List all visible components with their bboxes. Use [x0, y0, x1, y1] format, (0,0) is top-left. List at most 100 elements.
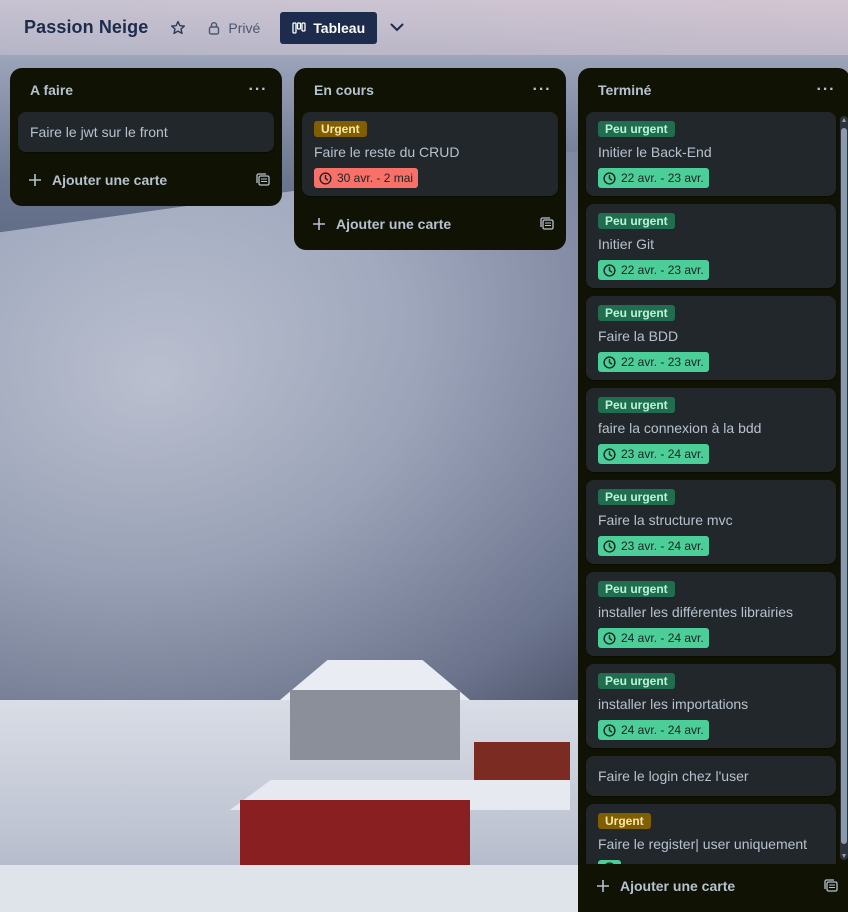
scroll-up-icon[interactable]: ▲: [840, 116, 848, 124]
card-label: Peu urgent: [598, 673, 675, 689]
list-title[interactable]: Terminé: [598, 82, 651, 98]
visibility-button[interactable]: Privé: [200, 12, 268, 44]
add-card-label: Ajouter une carte: [620, 878, 736, 894]
list-menu-button[interactable]: ···: [814, 78, 838, 102]
board-view-icon: [292, 21, 306, 34]
due-date-badge[interactable]: 24 avr. - 24 avr.: [598, 720, 709, 740]
due-date-text: 24 avr. - 24 avr.: [621, 631, 704, 645]
due-date-badge[interactable]: [598, 860, 621, 864]
card-title: Faire le reste du CRUD: [314, 144, 460, 160]
due-date-badge[interactable]: 23 avr. - 24 avr.: [598, 536, 709, 556]
card-template-icon[interactable]: [256, 173, 270, 187]
clock-icon: [603, 171, 616, 185]
clock-icon: [605, 862, 614, 864]
card[interactable]: Faire le jwt sur le front: [18, 112, 274, 152]
card-title: installer les importations: [598, 696, 749, 712]
card-title: Faire la structure mvc: [598, 512, 733, 528]
scrollbar-thumb[interactable]: [841, 128, 847, 844]
card-title: Initier le Back-End: [598, 144, 712, 160]
card-label: Peu urgent: [598, 489, 675, 505]
plus-icon: [29, 174, 41, 186]
due-date-text: 22 avr. - 23 avr.: [621, 355, 704, 369]
card[interactable]: Peu urgent faire la connexion à la bdd 2…: [586, 388, 836, 472]
list-header: A faire ···: [10, 68, 282, 112]
card-list-scroll[interactable]: Peu urgent Initier le Back-End 22 avr. -…: [578, 112, 848, 864]
due-date-badge[interactable]: 24 avr. - 24 avr.: [598, 628, 709, 648]
card-title: Faire le register| user uniquement: [598, 836, 808, 852]
scroll-down-icon[interactable]: ▼: [840, 852, 848, 860]
add-card-label: Ajouter une carte: [52, 172, 168, 188]
card-template-icon[interactable]: [824, 879, 838, 893]
card[interactable]: Peu urgent Initier le Back-End 22 avr. -…: [586, 112, 836, 196]
board-view-label: Tableau: [313, 19, 366, 36]
card-title: Initier Git: [598, 236, 655, 252]
card[interactable]: Urgent Faire le register| user uniquemen…: [586, 804, 836, 864]
plus-icon: [597, 880, 609, 892]
plus-icon: [313, 218, 325, 230]
add-card-button[interactable]: Ajouter une carte: [580, 866, 848, 906]
more-icon: ···: [816, 81, 836, 98]
card-label: Peu urgent: [598, 397, 675, 413]
card-label: Peu urgent: [598, 121, 675, 137]
due-date-text: 22 avr. - 23 avr.: [621, 171, 704, 185]
card[interactable]: Peu urgent Faire la structure mvc 23 avr…: [586, 480, 836, 564]
due-date-text: 22 avr. - 23 avr.: [621, 263, 704, 277]
card-title: Faire le login chez l'user: [598, 768, 749, 784]
due-date-text: 24 avr. - 24 avr.: [621, 723, 704, 737]
list-a-faire: A faire ··· Faire le jwt sur le front Aj…: [10, 68, 282, 206]
card[interactable]: Peu urgent installer les importations 24…: [586, 664, 836, 748]
list-title[interactable]: En cours: [314, 82, 374, 98]
clock-icon: [603, 723, 616, 737]
add-card-label: Ajouter une carte: [336, 216, 452, 232]
due-date-badge[interactable]: 23 avr. - 24 avr.: [598, 444, 709, 464]
clock-icon: [603, 355, 616, 369]
card-title: Faire la BDD: [598, 328, 679, 344]
list-header: Terminé ···: [578, 68, 848, 112]
lock-icon: [209, 21, 220, 35]
card-title: installer les différentes librairies: [598, 604, 794, 620]
list-menu-button[interactable]: ···: [246, 78, 270, 102]
due-date-badge[interactable]: 22 avr. - 23 avr.: [598, 260, 709, 280]
card[interactable]: Faire le login chez l'user: [586, 756, 836, 796]
add-card-button[interactable]: Ajouter une carte: [296, 204, 564, 244]
card-title: Faire le jwt sur le front: [30, 124, 168, 140]
more-icon: ···: [248, 81, 268, 98]
card[interactable]: Peu urgent installer les différentes lib…: [586, 572, 836, 656]
card[interactable]: Peu urgent Initier Git 22 avr. - 23 avr.: [586, 204, 836, 288]
due-date-text: 30 avr. - 2 mai: [337, 171, 414, 185]
clock-icon: [603, 263, 616, 277]
card-label: Peu urgent: [598, 581, 675, 597]
board-view-button[interactable]: Tableau: [280, 11, 378, 44]
card-label: Urgent: [598, 813, 651, 829]
card-title: faire la connexion à la bdd: [598, 420, 762, 436]
list-en-cours: En cours ··· Urgent Faire le reste du CR…: [294, 68, 566, 250]
board-title[interactable]: Passion Neige: [24, 17, 148, 38]
card[interactable]: Urgent Faire le reste du CRUD 30 avr. - …: [302, 112, 558, 196]
card-label: Peu urgent: [598, 305, 675, 321]
add-card-button[interactable]: Ajouter une carte: [12, 160, 280, 200]
list-menu-button[interactable]: ···: [530, 78, 554, 102]
more-icon: ···: [532, 81, 552, 98]
clock-icon: [603, 447, 616, 461]
due-date-badge[interactable]: 30 avr. - 2 mai: [314, 168, 419, 188]
card-label: Peu urgent: [598, 213, 675, 229]
scrollbar[interactable]: ▲ ▼: [840, 116, 848, 860]
star-icon: [171, 20, 186, 34]
chevron-down-icon: [390, 23, 404, 32]
due-date-badge[interactable]: 22 avr. - 23 avr.: [598, 352, 709, 372]
clock-icon: [319, 171, 332, 185]
visibility-label: Privé: [228, 19, 261, 36]
board-header: Passion Neige Privé Tableau: [0, 0, 848, 55]
due-date-badge[interactable]: 22 avr. - 23 avr.: [598, 168, 709, 188]
list-header: En cours ···: [294, 68, 566, 112]
due-date-text: 23 avr. - 24 avr.: [621, 539, 704, 553]
star-button[interactable]: [162, 12, 194, 44]
clock-icon: [603, 539, 616, 553]
list-title[interactable]: A faire: [30, 82, 73, 98]
list-termine: Terminé ··· Peu urgent Initier le Back-E…: [578, 68, 848, 912]
view-switcher-button[interactable]: [381, 12, 413, 44]
card-template-icon[interactable]: [540, 217, 554, 231]
card[interactable]: Peu urgent Faire la BDD 22 avr. - 23 avr…: [586, 296, 836, 380]
card-label: Urgent: [314, 121, 367, 137]
due-date-text: 23 avr. - 24 avr.: [621, 447, 704, 461]
